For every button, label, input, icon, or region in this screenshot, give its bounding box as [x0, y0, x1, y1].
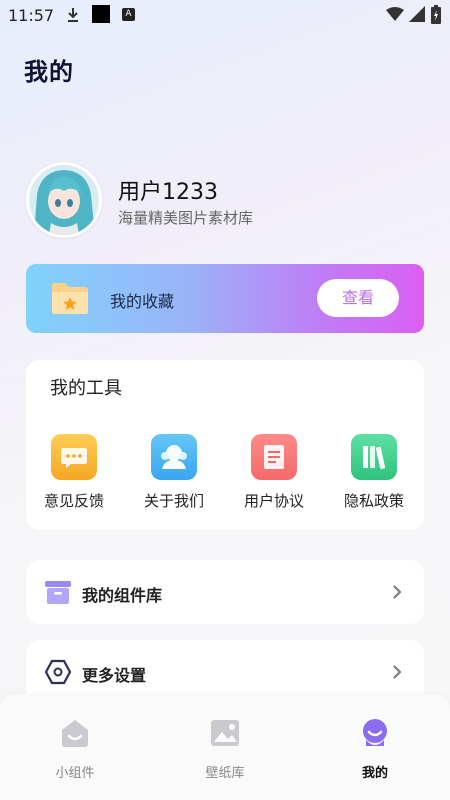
- agreement-icon: [251, 434, 297, 480]
- tool-label-feedback: 意见反馈: [43, 492, 104, 510]
- about-icon: [151, 434, 197, 480]
- user-subtitle: 海量精美图片素材库: [118, 209, 254, 227]
- battery-icon: [431, 5, 441, 24]
- tools-title: 我的工具: [50, 378, 122, 399]
- page-title: 我的: [24, 58, 74, 86]
- widget-library-icon: [45, 581, 71, 604]
- tool-about[interactable]: 关于我们: [134, 434, 214, 511]
- avatar[interactable]: [26, 162, 102, 238]
- tool-label-agreement: 用户协议: [243, 492, 304, 510]
- tool-agreement[interactable]: 用户协议: [234, 434, 314, 511]
- download-icon: [68, 8, 78, 22]
- chevron-right-icon: [393, 585, 402, 599]
- folder-star-icon: [52, 283, 88, 314]
- tool-privacy[interactable]: 隐私政策: [334, 434, 414, 511]
- nav-widgets[interactable]: 小组件: [30, 716, 120, 781]
- status-bar: 11:57 A: [0, 0, 450, 32]
- avatar-image: [29, 165, 99, 235]
- nav-label-profile: 我的: [361, 766, 388, 781]
- notification-square-icon: [92, 5, 110, 23]
- more-settings-label: 更多设置: [82, 666, 147, 685]
- favorites-banner[interactable]: 我的收藏 查看: [26, 264, 424, 333]
- my-tools-card: 我的工具 意见反馈 关于我们 用户协议 隐私政策: [26, 360, 424, 530]
- status-time: 11:57: [8, 6, 55, 25]
- bottom-nav: 小组件 壁纸库 我的: [0, 694, 450, 800]
- settings-icon: [44, 659, 72, 685]
- view-favorites-button[interactable]: 查看: [317, 279, 399, 317]
- favorites-label: 我的收藏: [110, 292, 175, 311]
- image-icon: [211, 720, 239, 746]
- signal-icon: [409, 6, 425, 22]
- tool-label-privacy: 隐私政策: [343, 492, 404, 510]
- app-notification-icon: A: [122, 8, 135, 21]
- tool-feedback[interactable]: 意见反馈: [34, 434, 114, 511]
- tool-label-about: 关于我们: [143, 492, 204, 510]
- privacy-icon: [351, 434, 397, 480]
- nav-label-wallpapers: 壁纸库: [205, 766, 245, 781]
- wifi-icon: [386, 7, 404, 21]
- nav-label-widgets: 小组件: [55, 766, 95, 781]
- widget-library-item[interactable]: 我的组件库: [26, 560, 424, 624]
- nav-profile[interactable]: 我的: [330, 716, 420, 781]
- nav-wallpapers[interactable]: 壁纸库: [180, 716, 270, 781]
- profile-icon: [363, 719, 387, 746]
- home-icon: [62, 720, 88, 747]
- chevron-right-icon: [393, 665, 402, 679]
- widget-library-label: 我的组件库: [82, 586, 163, 605]
- username: 用户1233: [118, 180, 218, 205]
- feedback-icon: [51, 434, 97, 480]
